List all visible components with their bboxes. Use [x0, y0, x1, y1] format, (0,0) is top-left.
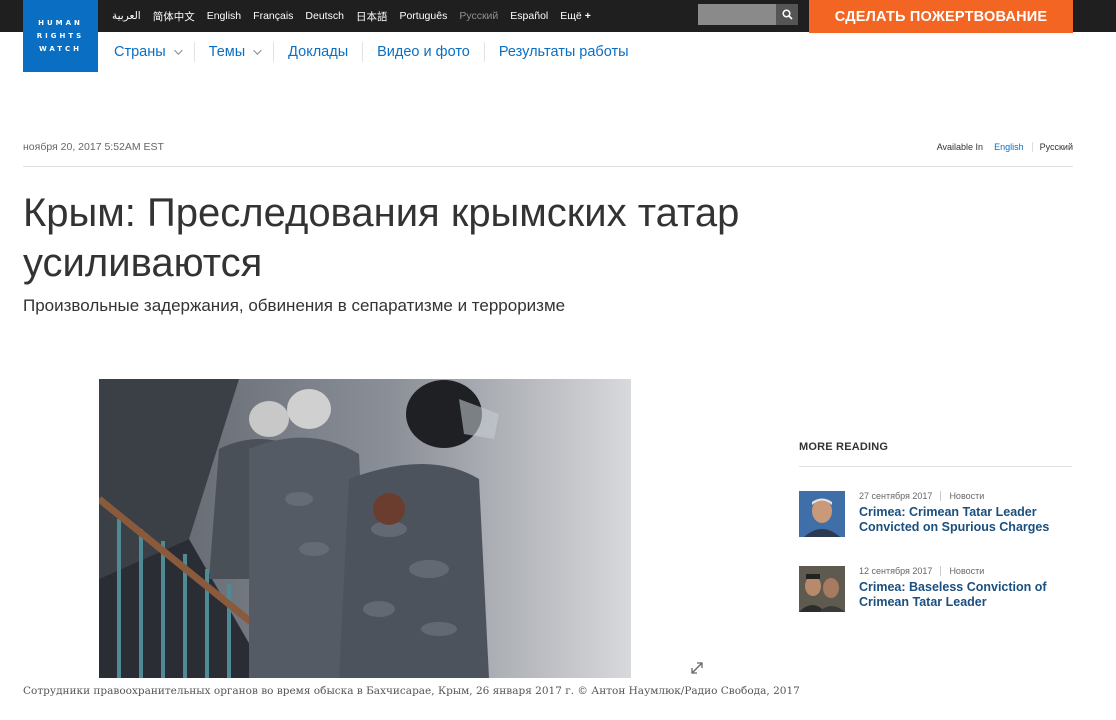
language-link-current: Русский [459, 10, 499, 22]
more-reading-title[interactable]: Crimea: Crimean Tatar Leader Convicted o… [859, 505, 1069, 535]
nav-label: Видео и фото [377, 44, 470, 60]
language-bar: العربية 简体中文 English Français Deutsch 日本… [112, 0, 603, 32]
language-link[interactable]: Español [510, 10, 548, 22]
chevron-down-icon [253, 46, 262, 55]
more-reading-meta: 27 сентября 2017 Новости [859, 491, 984, 501]
nav-label: Страны [114, 44, 166, 60]
article-date: ноября 20, 2017 5:52AM EST [23, 141, 164, 153]
language-link[interactable]: العربية [112, 10, 141, 22]
logo-line: RIGHTS [36, 31, 85, 40]
nav-item-topics[interactable]: Темы [193, 42, 274, 62]
plus-icon: + [584, 10, 591, 22]
more-reading-heading: MORE READING [799, 441, 889, 453]
more-reading-date: 27 сентября 2017 [859, 491, 933, 501]
donate-button[interactable]: СДЕЛАТЬ ПОЖЕРТВОВАНИЕ [809, 0, 1073, 33]
article-photo[interactable] [99, 379, 631, 678]
language-more-link[interactable]: Ещё + [560, 10, 591, 22]
separator [940, 491, 942, 501]
search-icon [781, 9, 793, 20]
more-reading-date: 12 сентября 2017 [859, 566, 933, 576]
more-reading-thumbnail[interactable] [799, 566, 845, 612]
language-link[interactable]: Français [253, 10, 293, 22]
more-reading-category: Новости [949, 491, 985, 501]
nav-label: Доклады [288, 44, 349, 60]
available-in-label: Available In [936, 142, 984, 152]
nav-item-video-photo[interactable]: Видео и фото [362, 42, 484, 62]
nav-label: Результаты работы [498, 44, 629, 60]
main-nav: Страны Темы Доклады Видео и фото Результ… [100, 40, 643, 64]
language-link[interactable]: 日本語 [356, 9, 388, 24]
more-reading-meta: 12 сентября 2017 Новости [859, 566, 984, 576]
divider [23, 166, 1073, 167]
photo-illustration [99, 379, 631, 678]
available-in: Available In English Русский [937, 142, 1073, 152]
language-link[interactable]: English [207, 10, 241, 22]
separator [940, 566, 942, 576]
nav-item-reports[interactable]: Доклады [273, 42, 362, 62]
nav-item-countries[interactable]: Страны [100, 42, 194, 62]
language-link[interactable]: Deutsch [305, 10, 344, 22]
portrait-image [799, 566, 845, 612]
more-reading-thumbnail[interactable] [799, 491, 845, 537]
article-subtitle: Произвольные задержания, обвинения в сеп… [23, 296, 566, 315]
chevron-down-icon [173, 46, 183, 55]
article-title: Крым: Преследования крымских татар усили… [23, 191, 740, 285]
more-reading-category: Новости [949, 566, 985, 576]
photo-caption: Сотрудники правоохранительных органов во… [23, 685, 800, 697]
logo-line: HUMAN [38, 18, 83, 27]
available-lang-russian: Русский [1039, 142, 1073, 152]
more-reading-title[interactable]: Crimea: Baseless Conviction of Crimean T… [859, 580, 1069, 610]
divider [799, 466, 1072, 467]
nav-item-impact[interactable]: Результаты работы [483, 42, 643, 62]
expand-icon[interactable] [691, 662, 703, 674]
portrait-image [799, 491, 845, 537]
nav-label: Темы [208, 44, 246, 60]
hrw-logo[interactable]: HUMAN RIGHTS WATCH [23, 0, 98, 72]
language-link[interactable]: Português [399, 10, 447, 22]
logo-line: WATCH [38, 44, 83, 53]
available-lang-english[interactable]: English [994, 142, 1033, 152]
search-input[interactable] [698, 4, 776, 25]
language-link[interactable]: 简体中文 [153, 9, 195, 24]
search-button[interactable] [776, 4, 798, 25]
language-more-label: Ещё [560, 10, 582, 22]
top-bar: العربية 简体中文 English Français Deutsch 日本… [0, 0, 1116, 33]
